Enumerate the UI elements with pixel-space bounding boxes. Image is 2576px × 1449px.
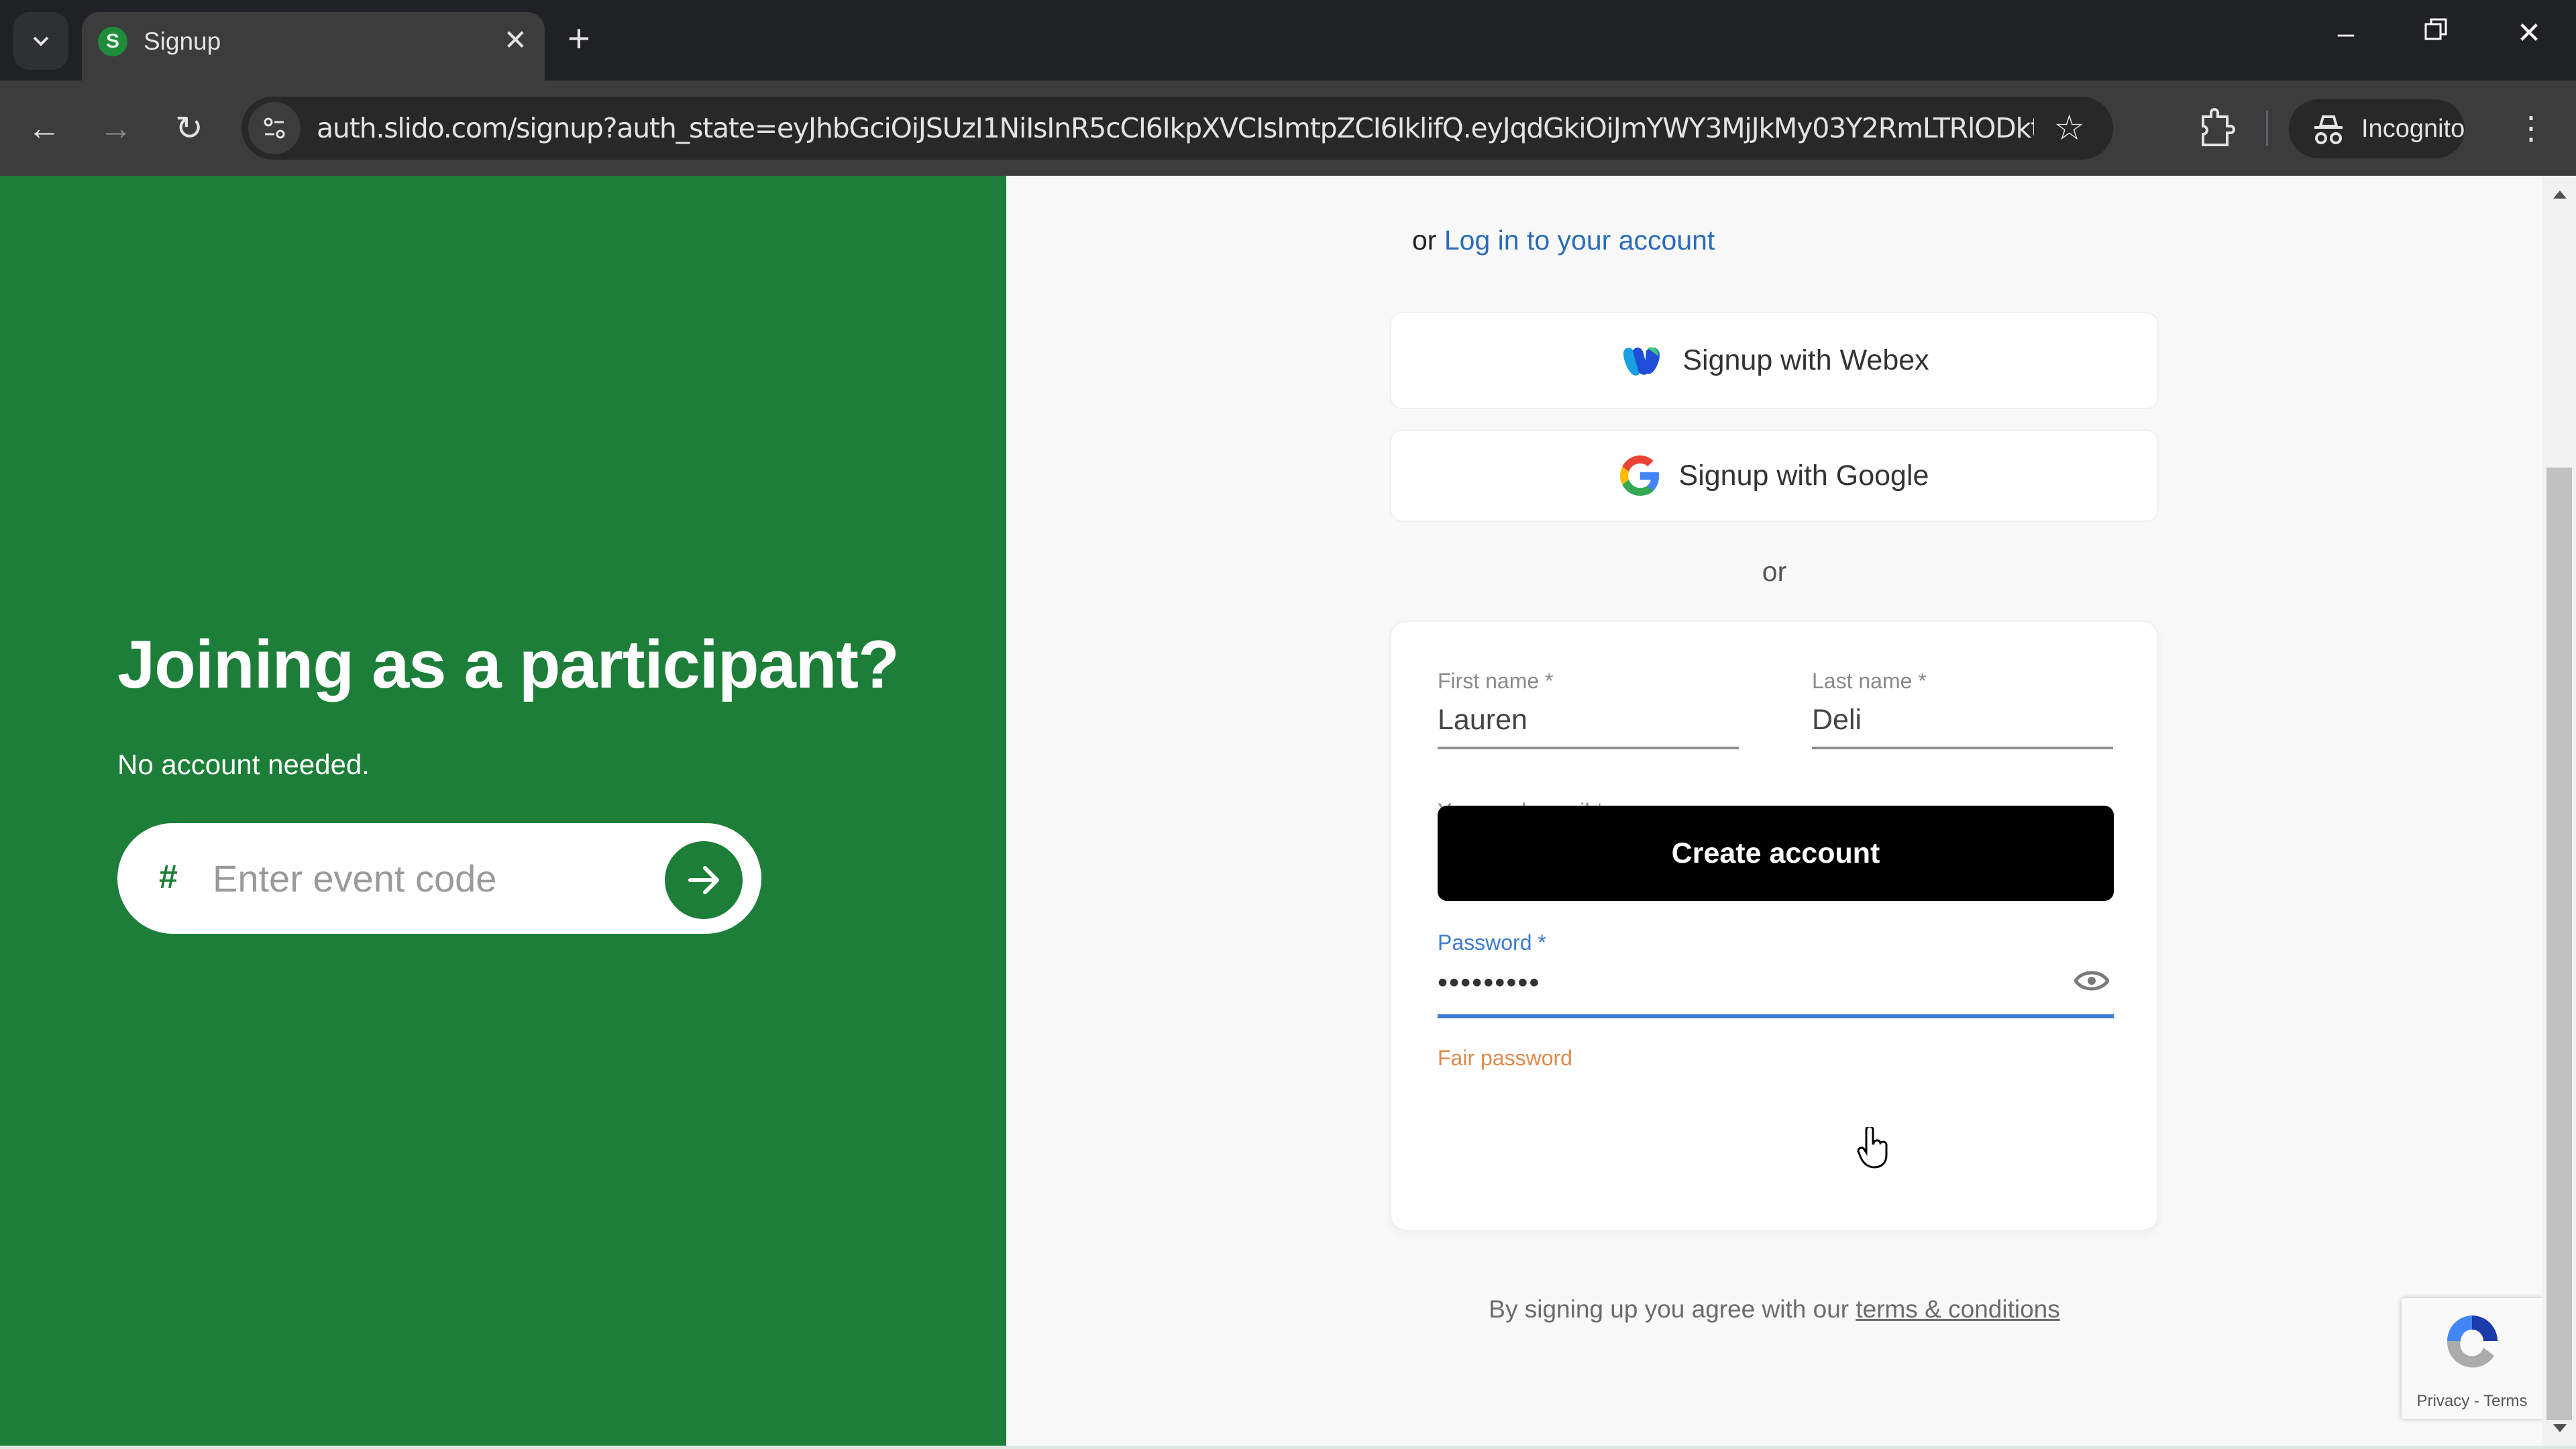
recaptcha-links[interactable]: Privacy - Terms [2402,1392,2542,1411]
create-account-button[interactable]: Create account [1438,806,2114,901]
forward-button[interactable]: → [92,104,140,152]
address-bar[interactable]: auth.slido.com/signup?auth_state=eyJhbGc… [241,97,2113,160]
login-prompt: or Log in to your account [1412,221,1715,259]
scroll-thumb[interactable] [2546,468,2572,1420]
scroll-up-arrow-icon[interactable] [2553,191,2567,199]
slido-favicon-icon: S [98,27,127,56]
tune-icon [264,117,285,139]
last-name-label: Last name * [1812,669,1927,693]
incognito-icon [2314,115,2343,144]
back-button[interactable]: ← [20,104,68,152]
browser-tab[interactable]: S Signup ✕ [82,12,545,80]
browser-toolbar: ← → ↻ auth.slido.com/signup?auth_state=e… [0,80,2576,176]
hand-cursor-icon [1857,1127,1888,1169]
webex-icon [1619,344,1664,378]
last-name-underline [1812,747,2113,749]
terms-notice: By signing up you agree with our terms &… [1390,1293,2159,1326]
url-text[interactable]: auth.slido.com/signup?auth_state=eyJhbGc… [317,97,2034,160]
join-event-button[interactable] [665,841,743,919]
password-underline [1438,1014,2114,1018]
chevron-down-icon [33,36,49,46]
restore-button[interactable] [2403,13,2470,54]
extensions-button[interactable] [2192,107,2239,150]
signup-google-label: Signup with Google [1678,459,1929,492]
first-name-label: First name * [1438,669,1554,693]
signup-google-button[interactable]: Signup with Google [1390,429,2159,522]
arrow-right-icon [688,866,719,894]
page-content: Joining as a participant? No account nee… [0,176,2542,1446]
tab-search-button[interactable] [13,12,68,70]
recaptcha-badge[interactable]: Privacy - Terms [2402,1298,2542,1419]
tab-title: Signup [144,28,221,55]
window-bottom-edge [0,1446,2576,1449]
first-name-underline [1438,747,1739,749]
participant-panel: Joining as a participant? No account nee… [0,176,1006,1446]
participant-subheading: No account needed. [117,749,370,780]
page-scrollbar[interactable] [2542,176,2576,1446]
signup-form-card: First name * Last name * Your work email… [1390,621,2159,1231]
close-window-button[interactable]: ✕ [2496,13,2563,54]
incognito-badge[interactable]: Incognito [2289,99,2465,158]
minimize-button[interactable]: – [2312,13,2379,54]
scroll-down-arrow-icon[interactable] [2553,1424,2567,1432]
or-divider: or [1762,556,1787,587]
show-password-eye-icon[interactable] [2074,967,2109,994]
password-label: Password * [1438,930,1546,955]
google-icon [1619,455,1660,496]
signup-webex-button[interactable]: Signup with Webex [1390,312,2159,409]
hash-icon: # [159,858,178,896]
password-strength: Fair password [1438,1046,1572,1070]
participant-heading: Joining as a participant? [117,627,900,702]
password-input[interactable] [1438,964,2055,1002]
bookmark-star-icon[interactable]: ☆ [2053,106,2085,150]
browser-menu-button[interactable]: ⋮ [2514,107,2548,150]
first-name-input[interactable] [1438,701,1739,739]
incognito-label: Incognito [2361,115,2465,143]
recaptcha-logo-icon [2447,1316,2498,1368]
restore-icon [2424,18,2447,40]
terms-link[interactable]: terms & conditions [1856,1295,2059,1323]
terms-prefix: By signing up you agree with our [1489,1295,1849,1323]
last-name-input[interactable] [1812,701,2113,739]
new-tab-button[interactable]: + [568,17,590,60]
puzzle-icon [2202,108,2235,146]
login-link[interactable]: Log in to your account [1444,225,1715,256]
event-code-field: # [117,823,761,934]
toolbar-separator [2266,111,2268,146]
event-code-input[interactable] [213,850,642,907]
or-text: or [1412,225,1437,256]
signup-webex-label: Signup with Webex [1682,344,1929,376]
tab-strip: S Signup ✕ + – ✕ [0,0,2576,80]
site-info-button[interactable] [248,102,301,154]
tab-close-icon[interactable]: ✕ [504,25,527,55]
reload-button[interactable]: ↻ [165,104,213,152]
